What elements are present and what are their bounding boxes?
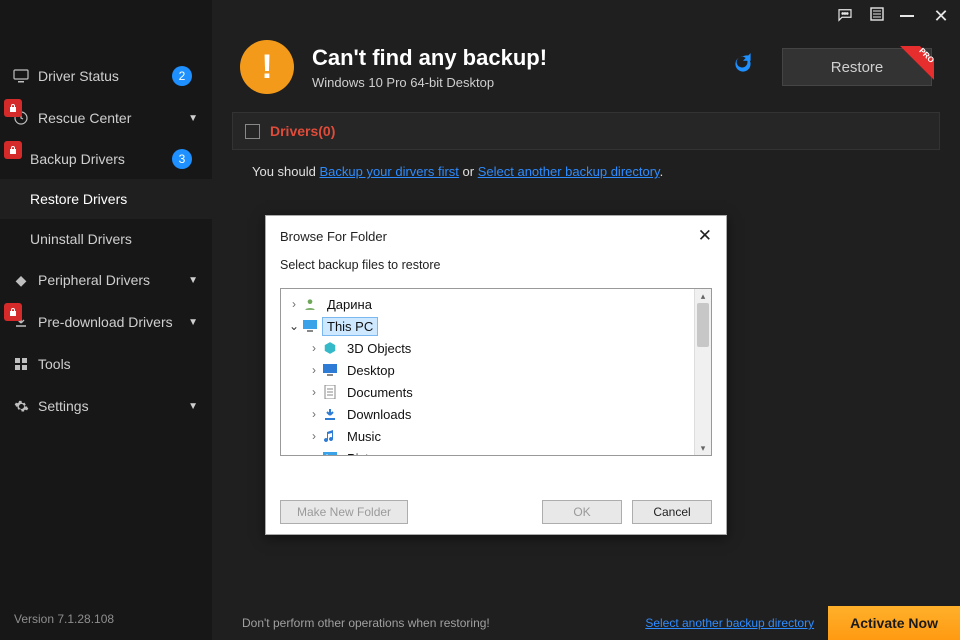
dialog-close-icon[interactable]: ✕ xyxy=(698,226,712,246)
expand-icon[interactable]: › xyxy=(287,297,301,311)
tree-item-documents[interactable]: › Documents xyxy=(281,381,694,403)
chevron-down-icon: ▼ xyxy=(188,113,198,124)
tree-item-pictures[interactable]: › Pictures xyxy=(281,447,694,455)
sidebar-item-label: Peripheral Drivers xyxy=(38,272,188,288)
sidebar-item-settings[interactable]: Settings ▼ xyxy=(0,385,212,427)
pc-icon xyxy=(301,318,319,334)
sidebar-item-label: Pre-download Drivers xyxy=(38,314,188,330)
sidebar-item-label: Driver Status xyxy=(38,68,172,84)
expand-icon[interactable]: › xyxy=(307,407,321,421)
lock-icon xyxy=(4,303,22,321)
tree-label: Desktop xyxy=(343,362,399,379)
expand-icon[interactable]: › xyxy=(307,341,321,355)
tree-label: Pictures xyxy=(343,450,398,456)
ok-button[interactable]: OK xyxy=(542,500,622,524)
collapse-icon[interactable]: ⌄ xyxy=(287,319,301,333)
info-line: You should Backup your dirvers first or … xyxy=(212,150,960,179)
restore-button[interactable]: Restore PRO xyxy=(782,48,932,86)
chevron-down-icon: ▼ xyxy=(188,401,198,412)
backup-first-link[interactable]: Backup your dirvers first xyxy=(319,164,458,179)
menu-icon[interactable] xyxy=(868,6,886,29)
pictures-icon xyxy=(321,450,339,455)
browse-folder-dialog: Browse For Folder ✕ Select backup files … xyxy=(265,215,727,535)
sidebar-item-label: Uninstall Drivers xyxy=(30,231,198,247)
close-icon[interactable]: ✕ xyxy=(932,6,950,29)
make-new-folder-button[interactable]: Make New Folder xyxy=(280,500,408,524)
tree-label: Дарина xyxy=(323,296,376,313)
monitor-icon xyxy=(10,69,32,83)
scroll-up-icon[interactable]: ▴ xyxy=(695,289,711,303)
sidebar-item-predownload-drivers[interactable]: Pre-download Drivers ▼ xyxy=(0,301,212,343)
sidebar-item-tools[interactable]: Tools xyxy=(0,343,212,385)
gear-icon xyxy=(10,399,32,414)
sidebar-item-driver-status[interactable]: Driver Status 2 xyxy=(0,55,212,97)
dialog-title: Browse For Folder xyxy=(280,229,387,244)
footer-note: Don't perform other operations when rest… xyxy=(242,616,490,630)
tree-label: 3D Objects xyxy=(343,340,415,357)
drivers-header-bar: Drivers(0) xyxy=(232,112,940,150)
sidebar-item-uninstall-drivers[interactable]: Uninstall Drivers xyxy=(0,219,212,259)
tree-item-music[interactable]: › Music xyxy=(281,425,694,447)
lock-icon xyxy=(4,99,22,117)
sidebar-item-label: Tools xyxy=(38,356,198,372)
user-icon xyxy=(301,296,319,312)
grid-icon xyxy=(10,357,32,371)
desktop-icon xyxy=(321,362,339,378)
folder-tree: › Дарина ⌄ This PC › 3D Objects › xyxy=(280,288,712,456)
tree-item-3d-objects[interactable]: › 3D Objects xyxy=(281,337,694,359)
sidebar-item-restore-drivers[interactable]: Restore Drivers xyxy=(0,179,212,219)
refresh-icon[interactable] xyxy=(730,51,756,84)
cancel-button[interactable]: Cancel xyxy=(632,500,712,524)
sidebar-item-peripheral-drivers[interactable]: ◆ Peripheral Drivers ▼ xyxy=(0,259,212,301)
tree-item-downloads[interactable]: › Downloads xyxy=(281,403,694,425)
tree-item-this-pc[interactable]: ⌄ This PC xyxy=(281,315,694,337)
sidebar-item-label: Restore Drivers xyxy=(30,191,198,207)
drivers-checkbox[interactable] xyxy=(245,124,260,139)
activate-now-button[interactable]: Activate Now xyxy=(828,606,960,640)
pro-ribbon: PRO xyxy=(900,46,934,80)
sidebar: Driver Status 2 Rescue Center ▼ Backup D… xyxy=(0,0,212,640)
version-label: Version 7.1.28.108 xyxy=(0,598,212,640)
expand-icon[interactable]: › xyxy=(307,385,321,399)
sidebar-item-rescue-center[interactable]: Rescue Center ▼ xyxy=(0,97,212,139)
tree-label: Documents xyxy=(343,384,417,401)
badge-count: 2 xyxy=(172,66,192,86)
badge-count: 3 xyxy=(172,149,192,169)
tree-label: This PC xyxy=(323,318,377,335)
music-icon xyxy=(321,428,339,444)
page-subtitle: Windows 10 Pro 64-bit Desktop xyxy=(312,75,712,90)
select-directory-link[interactable]: Select another backup directory xyxy=(478,164,660,179)
chevron-down-icon: ▼ xyxy=(188,317,198,328)
diamond-icon: ◆ xyxy=(10,272,32,289)
footer: Don't perform other operations when rest… xyxy=(212,606,960,640)
chevron-down-icon: ▼ xyxy=(188,275,198,286)
tree-label: Downloads xyxy=(343,406,415,423)
sidebar-item-label: Settings xyxy=(38,398,188,414)
document-icon xyxy=(321,384,339,400)
dialog-subtitle: Select backup files to restore xyxy=(266,252,726,282)
footer-select-directory-link[interactable]: Select another backup directory xyxy=(645,616,814,630)
tree-scrollbar[interactable]: ▴ ▾ xyxy=(694,289,711,455)
tree-label: Music xyxy=(343,428,385,445)
feedback-icon[interactable] xyxy=(836,6,854,29)
titlebar-controls: ✕ xyxy=(836,6,950,29)
scroll-thumb[interactable] xyxy=(697,303,709,347)
lock-icon xyxy=(4,141,22,159)
minimize-icon[interactable] xyxy=(900,6,918,29)
download-folder-icon xyxy=(321,406,339,422)
page-title: Can't find any backup! xyxy=(312,45,712,71)
scroll-down-icon[interactable]: ▾ xyxy=(695,441,711,455)
sidebar-item-label: Rescue Center xyxy=(38,110,188,126)
sidebar-item-label: Backup Drivers xyxy=(30,151,172,167)
expand-icon[interactable]: › xyxy=(307,429,321,443)
restore-button-label: Restore xyxy=(831,59,884,76)
sidebar-item-backup-drivers[interactable]: Backup Drivers 3 xyxy=(0,139,212,179)
tree-item-desktop[interactable]: › Desktop xyxy=(281,359,694,381)
tree-item-user[interactable]: › Дарина xyxy=(281,293,694,315)
cube-icon xyxy=(321,340,339,356)
expand-icon[interactable]: › xyxy=(307,363,321,377)
warning-icon: ! xyxy=(240,40,294,94)
drivers-label: Drivers(0) xyxy=(270,123,335,139)
